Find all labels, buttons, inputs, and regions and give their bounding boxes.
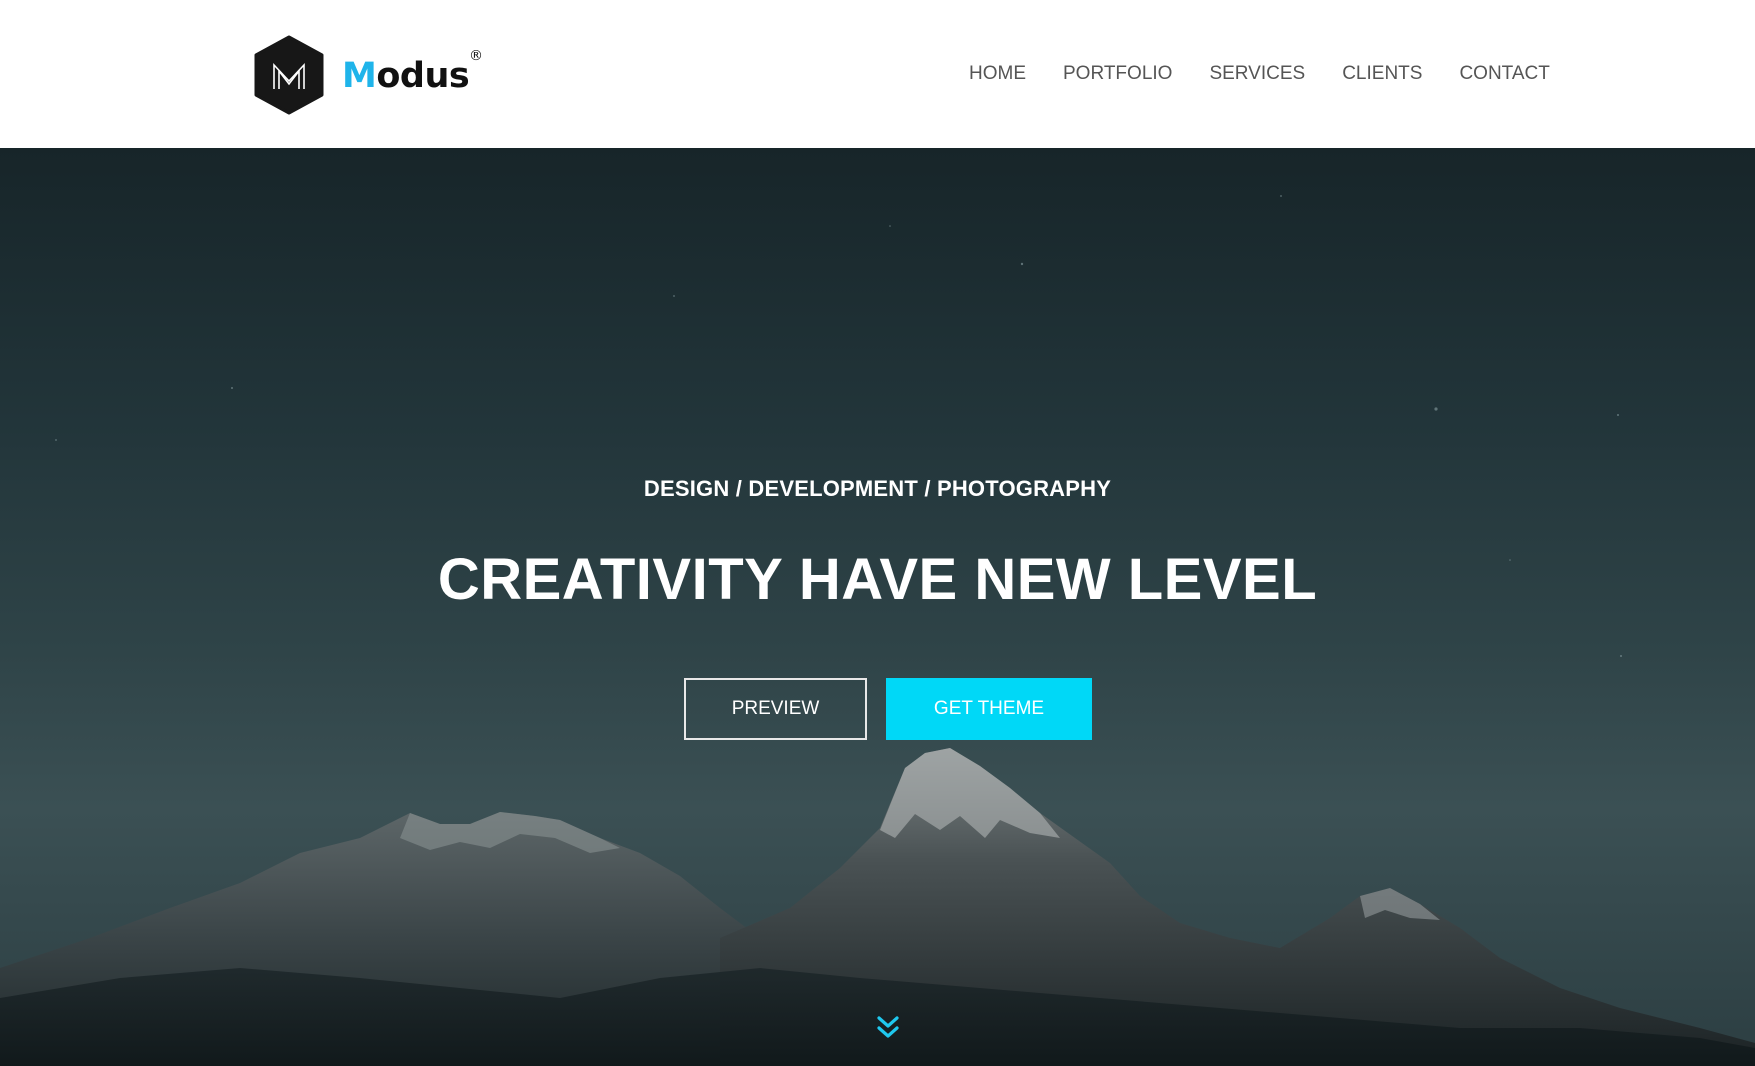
brand-name-initial: M <box>342 56 377 96</box>
main-nav: HOME PORTFOLIO SERVICES CLIENTS CONTACT <box>969 60 1550 88</box>
chevron-double-down-icon[interactable] <box>874 1014 902 1042</box>
brand-logo[interactable]: Modus ® <box>253 34 483 116</box>
hero-headline: CREATIVITY HAVE NEW LEVEL <box>437 547 1318 612</box>
get-theme-button[interactable]: GET THEME <box>886 678 1092 740</box>
nav-item-home[interactable]: HOME <box>969 60 1026 88</box>
hero-section: DESIGN / DEVELOPMENT / PHOTOGRAPHY CREAT… <box>0 148 1755 1066</box>
nav-item-clients[interactable]: CLIENTS <box>1342 60 1422 88</box>
brand-name-rest: odus <box>376 56 470 96</box>
site-header: Modus ® HOME PORTFOLIO SERVICES CLIENTS … <box>0 0 1755 148</box>
nav-item-portfolio[interactable]: PORTFOLIO <box>1063 60 1172 88</box>
nav-item-contact[interactable]: CONTACT <box>1459 60 1549 88</box>
hexagon-logo-icon <box>254 35 324 115</box>
preview-button[interactable]: PREVIEW <box>684 678 867 740</box>
brand-name: Modus <box>342 56 470 96</box>
nav-item-services[interactable]: SERVICES <box>1209 60 1305 88</box>
registered-mark: ® <box>469 48 483 64</box>
hero-tagline: DESIGN / DEVELOPMENT / PHOTOGRAPHY <box>643 476 1112 501</box>
